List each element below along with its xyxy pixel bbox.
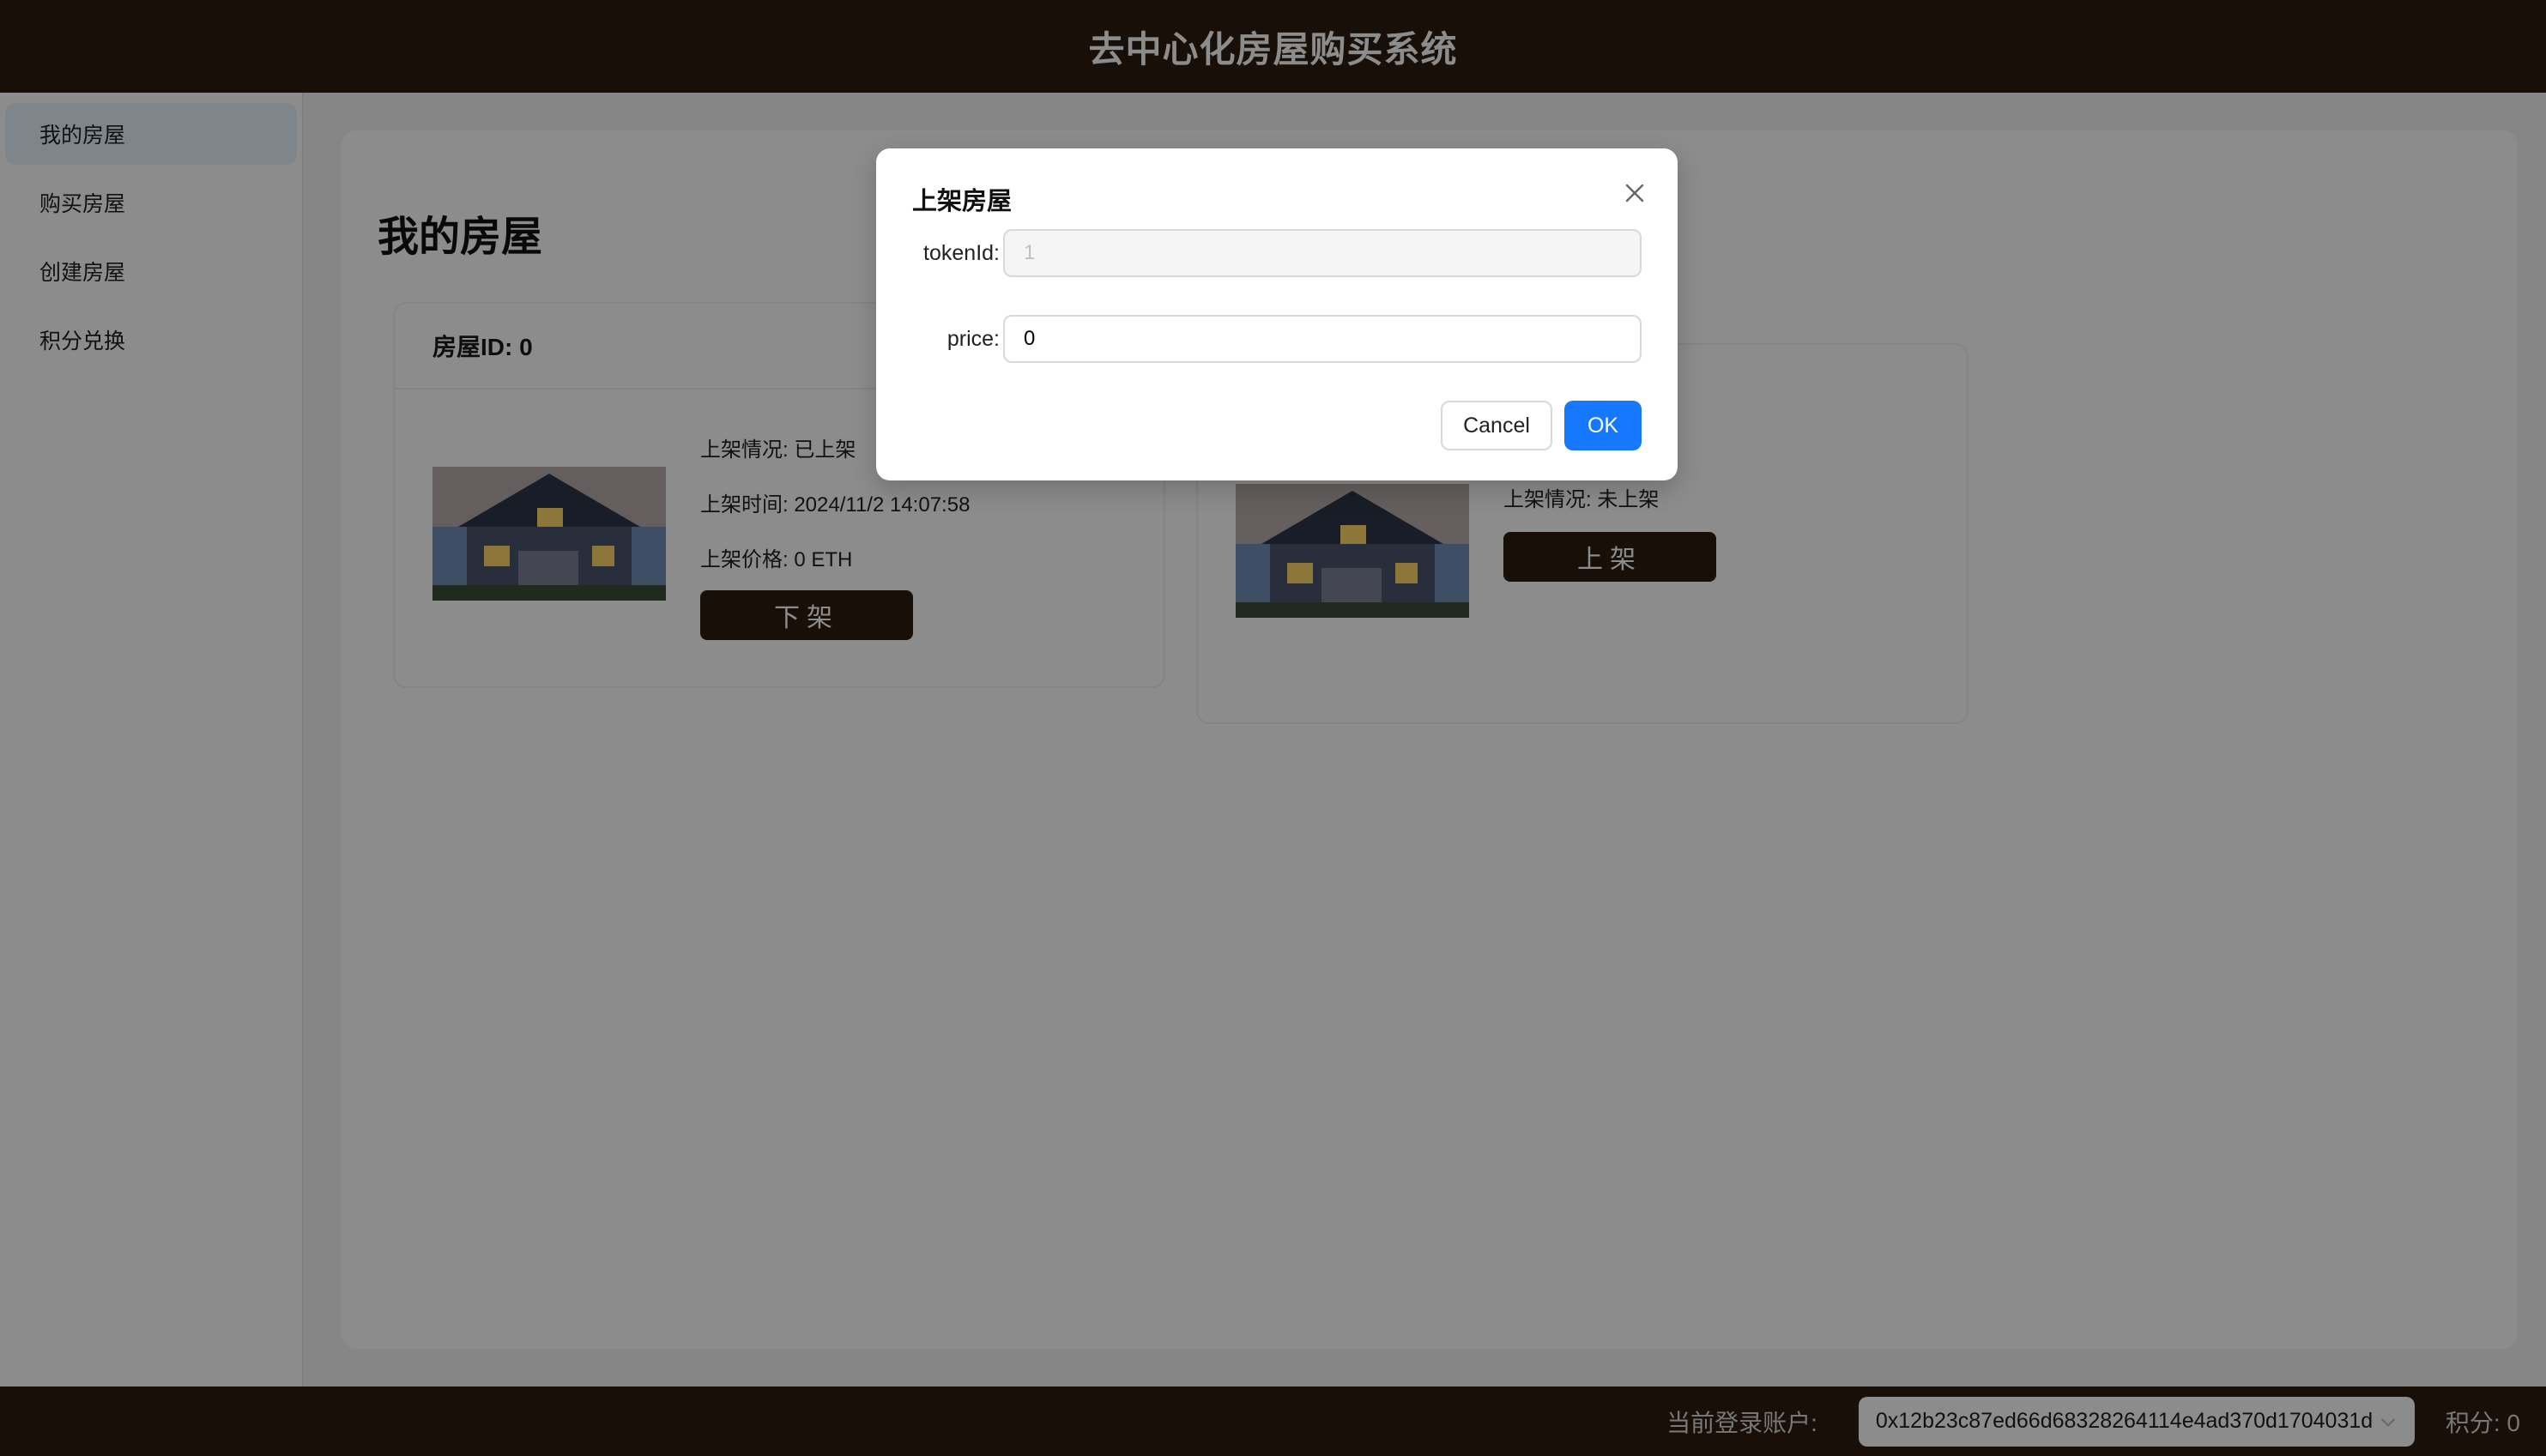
cancel-button[interactable]: Cancel — [1441, 401, 1552, 450]
price-input[interactable]: 0 — [1003, 315, 1642, 363]
app-root: 去中心化房屋购买系统 我的房屋 购买房屋 创建房屋 积分兑换 我的房屋 房屋ID… — [0, 0, 2546, 1456]
price-label: price: — [946, 327, 1000, 351]
price-value: 0 — [1024, 327, 1036, 350]
list-house-modal: 上架房屋 tokenId: 1 price: 0 Cancel OK — [876, 148, 1678, 480]
modal-title: 上架房屋 — [912, 188, 1013, 215]
tokenid-value: 1 — [1024, 241, 1036, 264]
close-icon[interactable] — [1621, 179, 1648, 207]
ok-button[interactable]: OK — [1564, 401, 1642, 450]
tokenid-field: 1 — [1003, 229, 1642, 277]
tokenid-label: tokenId: — [923, 241, 1000, 265]
